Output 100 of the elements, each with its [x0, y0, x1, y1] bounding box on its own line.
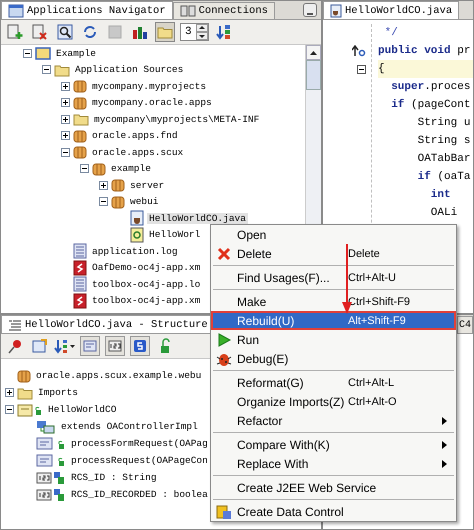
minimize-icon — [306, 11, 314, 16]
code-line: String s — [416, 134, 472, 149]
tree-item[interactable]: mycompany.oracle.apps — [90, 97, 214, 108]
structure-item[interactable]: extends OAControllerImpl — [59, 421, 200, 432]
tree-expander[interactable] — [61, 131, 70, 140]
tree-item[interactable]: application.log — [90, 246, 180, 257]
menu-item[interactable]: Debug(E) — [211, 349, 456, 368]
tree-item[interactable]: example — [109, 163, 153, 174]
tree-item[interactable]: mycompany\myprojects\META-INF — [92, 114, 262, 125]
tree-item[interactable]: oracle.apps.scux — [90, 146, 186, 158]
method-icon — [36, 454, 66, 468]
menu-item[interactable]: Create J2EE Web Service — [211, 478, 456, 497]
menu-item[interactable]: Reformat(G) Ctrl+Alt-L — [211, 373, 456, 392]
code-line: OALi — [430, 206, 458, 221]
menu-item[interactable]: Open — [211, 225, 456, 244]
panel-tab[interactable]: Connections — [172, 2, 275, 19]
tree-item[interactable]: Application Sources — [73, 64, 186, 76]
scroll-up-button[interactable] — [306, 45, 321, 60]
add-document-icon — [7, 24, 23, 40]
menu-item[interactable]: Refactor — [211, 411, 456, 430]
code-line: public void pr — [378, 44, 472, 59]
page-file-icon — [130, 226, 144, 243]
text-file-icon — [73, 243, 87, 260]
tree-expander[interactable] — [23, 48, 32, 58]
structure-item[interactable]: processRequest(OAPageCon — [69, 455, 210, 466]
minimize-button[interactable] — [303, 3, 317, 17]
static-toggle[interactable] — [130, 336, 150, 356]
tree-item[interactable]: mycompany.myprojects — [90, 80, 208, 92]
tree-expander[interactable] — [99, 180, 108, 190]
pin-icon — [7, 338, 23, 354]
structure-item[interactable]: processFormRequest(OAPag — [69, 438, 210, 449]
fields-toggle[interactable] — [105, 336, 125, 356]
code-line: if (oaTa — [416, 170, 472, 185]
tree-expander[interactable] — [61, 82, 70, 91]
menu-item[interactable]: Organize Imports(Z) Ctrl+Alt-O — [211, 392, 456, 411]
tree-item[interactable]: Example — [54, 48, 98, 59]
tree-expander[interactable] — [80, 164, 89, 174]
sort-icon — [216, 24, 232, 40]
class-icon — [17, 402, 43, 416]
code-line: if (pageCont — [390, 98, 472, 113]
window-icon — [8, 4, 24, 18]
tree-expander[interactable] — [61, 98, 70, 108]
tree-item[interactable]: oracle.apps.fnd — [90, 130, 180, 142]
text-file-icon — [73, 276, 87, 292]
tree-item[interactable]: server — [128, 180, 166, 191]
project-icon — [35, 46, 51, 60]
padlock-icon — [159, 338, 171, 354]
scrollbar-thumb[interactable] — [306, 60, 321, 90]
new-button[interactable] — [5, 22, 25, 42]
tree-item[interactable]: toolbox-oc4j-app.lo — [90, 278, 202, 290]
code-line: int — [430, 188, 452, 203]
data-control-icon — [216, 504, 232, 520]
xml-file-icon — [73, 260, 87, 276]
panel-tab[interactable]: HelloWorldCO.java — [323, 1, 460, 19]
menu-item[interactable]: Delete Delete — [211, 244, 456, 263]
folders-toggle[interactable] — [155, 22, 175, 42]
field-icon — [36, 488, 66, 502]
tree-expander[interactable] — [42, 65, 51, 74]
bar-chart-icon — [132, 24, 148, 40]
code-line: */ — [384, 26, 399, 41]
tree-expander[interactable] — [61, 148, 70, 157]
menu-item[interactable]: Make Ctrl+Shift-F9 — [211, 292, 456, 311]
structure-item[interactable]: oracle.apps.scux.example.webu — [34, 370, 204, 381]
structure-item[interactable]: RCS_ID : String — [69, 472, 159, 483]
panel-tab[interactable]: C4 — [456, 316, 473, 333]
spinner-arrows-icon[interactable] — [196, 24, 208, 40]
menu-item[interactable]: Rebuild(U) Alt+Shift-F9 — [211, 311, 456, 330]
menu-item[interactable]: Create Data Control — [211, 502, 456, 521]
package-icon — [111, 178, 125, 192]
structure-item[interactable]: Imports — [36, 387, 80, 398]
tree-item[interactable]: webui — [128, 196, 161, 208]
package-icon — [73, 128, 87, 143]
tree-item[interactable]: OafDemo-oc4j-app.xm — [90, 262, 202, 274]
tree-expander[interactable] — [5, 405, 14, 414]
static-icon — [133, 339, 147, 353]
sort-icon — [54, 338, 76, 354]
tree-item[interactable]: HelloWorl — [147, 229, 202, 240]
package-icon — [111, 194, 125, 209]
structure-item[interactable]: RCS_ID_RECORDED : boolea — [69, 489, 210, 500]
methods-toggle[interactable] — [80, 336, 100, 356]
menu-item[interactable]: Replace With — [211, 454, 456, 473]
menu-item[interactable]: Run — [211, 330, 456, 349]
tree-expander[interactable] — [61, 114, 70, 124]
fold-toggle[interactable] — [357, 64, 366, 74]
menu-item[interactable]: Compare With(K) — [211, 435, 456, 454]
method-icon — [83, 340, 97, 352]
field-icon — [108, 340, 122, 352]
tree-expander[interactable] — [99, 197, 108, 206]
remove-document-icon — [32, 24, 48, 40]
search-button[interactable] — [55, 22, 75, 42]
tree-expander[interactable] — [5, 388, 14, 397]
menu-item[interactable]: Find Usages(F)... Ctrl+Alt-U — [211, 268, 456, 287]
package-icon — [73, 79, 87, 94]
structure-item[interactable]: HelloWorldCO — [46, 404, 118, 415]
xml-file-icon — [73, 292, 87, 309]
folder-icon — [17, 386, 33, 400]
panel-tab[interactable]: Applications Navigator — [1, 1, 173, 19]
level-spinner[interactable]: 3 — [180, 23, 209, 41]
tree-item[interactable]: toolbox-oc4j-app.xm — [90, 295, 202, 306]
tree-item[interactable]: HelloWorldCO.java — [147, 212, 248, 224]
